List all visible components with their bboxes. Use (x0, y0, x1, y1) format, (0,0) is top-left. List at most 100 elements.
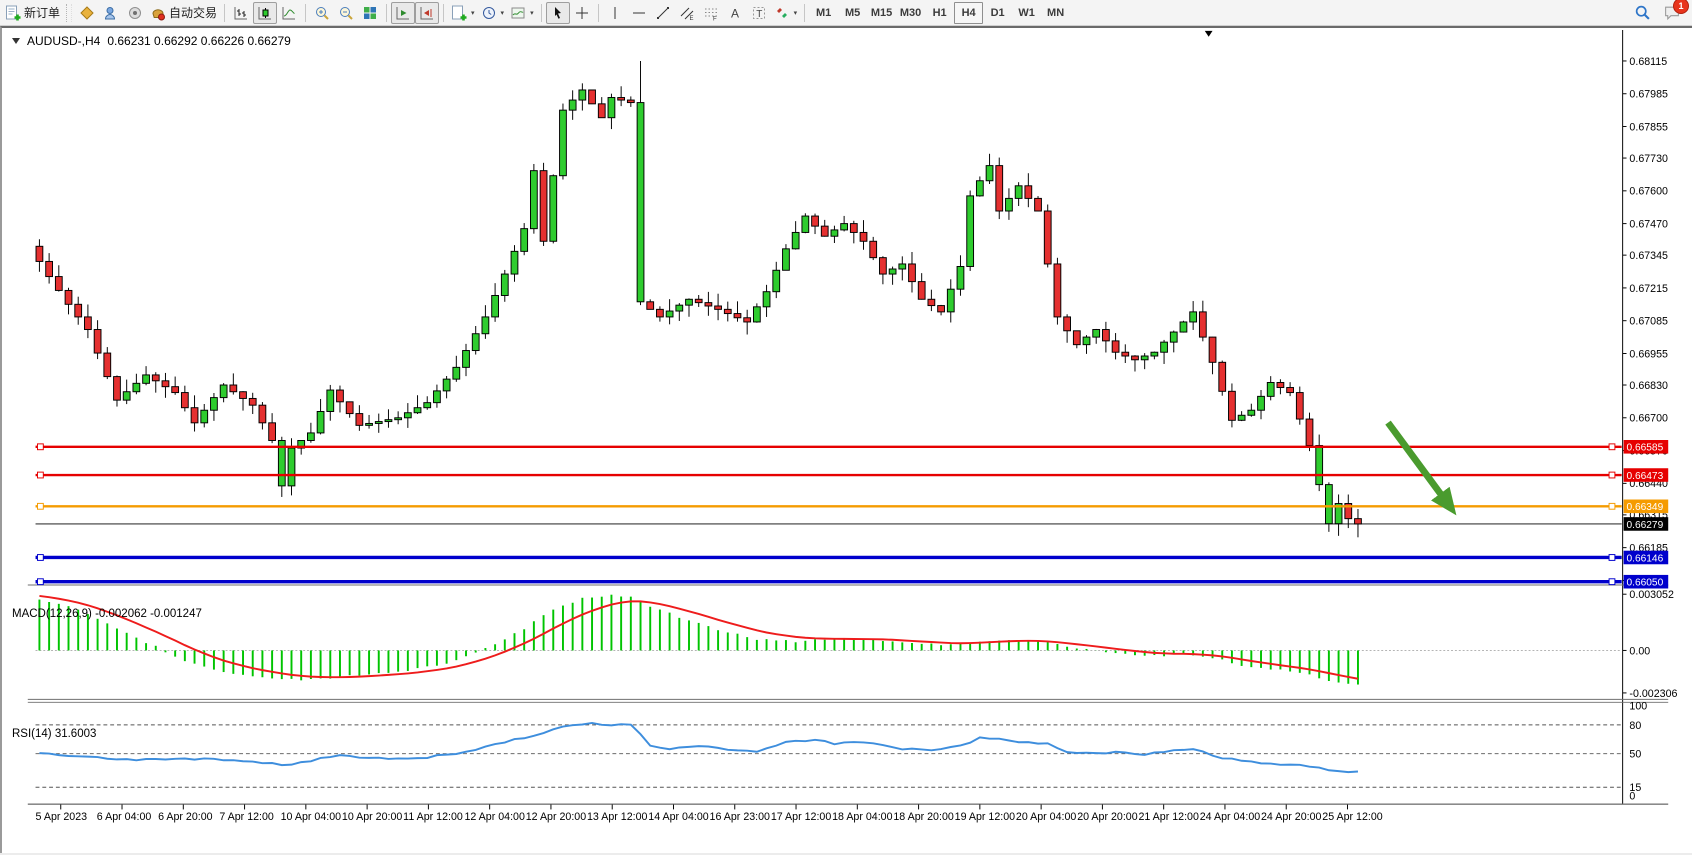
pane-separators[interactable] (28, 585, 1668, 804)
trendline-tool-button[interactable] (651, 2, 675, 24)
zoom-out-button[interactable] (334, 2, 358, 24)
candlestick-chart-button[interactable] (253, 2, 277, 24)
search-icon (1634, 4, 1651, 21)
hline-0.66279[interactable]: 0.66279 (36, 517, 1669, 531)
auto-scroll-icon (395, 5, 411, 21)
new-order-button[interactable]: 新订单 (2, 2, 63, 24)
crosshair-icon (574, 5, 590, 21)
svg-text:24 Apr 20:00: 24 Apr 20:00 (1261, 811, 1322, 823)
market-watch-button[interactable] (75, 2, 99, 24)
search-button[interactable] (1630, 2, 1654, 24)
text-icon: A (727, 5, 743, 21)
toolbar-separator (386, 4, 387, 22)
svg-text:0.67345: 0.67345 (1629, 250, 1668, 262)
timeframe-m30[interactable]: M30 (896, 2, 925, 24)
svg-text:5 Apr 2023: 5 Apr 2023 (36, 811, 88, 823)
vertical-line-tool-button[interactable] (603, 2, 627, 24)
horizontal-line-icon (631, 5, 647, 21)
hline-handle[interactable] (1609, 444, 1615, 450)
alerts-button[interactable] (123, 2, 147, 24)
channel-tool-button[interactable]: E (675, 2, 699, 24)
bar-chart-button[interactable] (229, 2, 253, 24)
svg-text:A: A (731, 6, 739, 20)
gold-cube-icon (79, 5, 95, 21)
svg-text:F: F (713, 16, 717, 21)
timeframe-m1[interactable]: M1 (809, 2, 838, 24)
svg-text:0.003052: 0.003052 (1629, 589, 1674, 601)
tile-windows-button[interactable] (358, 2, 382, 24)
timeframe-mn[interactable]: MN (1041, 2, 1070, 24)
hline-handle[interactable] (37, 555, 43, 561)
chart-window[interactable]: 0.681150.679850.678550.677300.676000.674… (0, 26, 1692, 853)
hline-handle[interactable] (1609, 503, 1615, 509)
svg-text:17 Apr 12:00: 17 Apr 12:00 (771, 811, 832, 823)
dropdown-caret-icon: ▾ (794, 9, 798, 17)
svg-text:0: 0 (1629, 791, 1635, 803)
zoom-out-icon (338, 5, 354, 21)
hline-handle[interactable] (37, 503, 43, 509)
profiles-button[interactable] (99, 2, 123, 24)
toolbar-separator (541, 4, 542, 22)
channel-icon: E (679, 5, 695, 21)
timeframe-w1[interactable]: W1 (1012, 2, 1041, 24)
chart-symbol-timeframe: AUDUSD-,H4 (27, 34, 100, 48)
svg-text:E: E (689, 16, 693, 21)
fibonacci-tool-button[interactable]: F (699, 2, 723, 24)
rsi-pane (39, 723, 1358, 772)
timeframe-h4[interactable]: H4 (954, 2, 983, 24)
text-tool-button[interactable]: A (723, 2, 747, 24)
arrows-icon (774, 5, 790, 21)
cursor-tool-button[interactable] (546, 2, 570, 24)
autotrading-label: 自动交易 (169, 4, 217, 21)
svg-text:0.67085: 0.67085 (1629, 316, 1668, 328)
hline-handle[interactable] (1609, 555, 1615, 561)
rsi-indicator-label: RSI(14) 31.6003 (12, 728, 96, 740)
timeframe-m5[interactable]: M5 (838, 2, 867, 24)
chart-shift-marker[interactable] (1205, 31, 1213, 37)
arrows-tool-button[interactable]: ▾ (771, 2, 801, 24)
line-chart-button[interactable] (277, 2, 301, 24)
timeframe-m15[interactable]: M15 (867, 2, 896, 24)
trendline-icon (655, 5, 671, 21)
autotrading-button[interactable]: 自动交易 (147, 2, 220, 24)
hline-handle[interactable] (1609, 579, 1615, 585)
hline-handle[interactable] (37, 579, 43, 585)
toolbar-separator (224, 4, 225, 22)
chart-ohlc-readout: 0.66231 0.66292 0.66226 0.66279 (107, 34, 291, 48)
zoom-in-button[interactable] (310, 2, 334, 24)
periods-button[interactable]: ▾ (478, 2, 508, 24)
collapse-quotes-icon[interactable] (12, 38, 20, 44)
timeframe-h1[interactable]: H1 (925, 2, 954, 24)
svg-text:0.67730: 0.67730 (1629, 153, 1668, 165)
hline-handle[interactable] (1609, 472, 1615, 478)
hline-0.66146[interactable]: 0.66146 (36, 551, 1669, 565)
svg-text:20 Apr 04:00: 20 Apr 04:00 (1016, 811, 1077, 823)
svg-text:0.66585: 0.66585 (1627, 443, 1664, 454)
candlesticks (36, 61, 1361, 537)
svg-text:0.66279: 0.66279 (1627, 520, 1664, 531)
notification-badge: 1 (1673, 0, 1689, 14)
chart-shift-button[interactable] (415, 2, 439, 24)
svg-text:13 Apr 12:00: 13 Apr 12:00 (587, 811, 648, 823)
notifications-button[interactable]: 1 (1660, 2, 1684, 24)
hline-0.66050[interactable]: 0.66050 (36, 575, 1669, 589)
svg-text:80: 80 (1629, 720, 1641, 732)
horizontal-line-tool-button[interactable] (627, 2, 651, 24)
svg-text:0.66349: 0.66349 (1627, 502, 1664, 513)
label-tool-button[interactable]: T (747, 2, 771, 24)
templates-button[interactable]: ▾ (507, 2, 537, 24)
svg-text:7 Apr 12:00: 7 Apr 12:00 (219, 811, 274, 823)
chart-canvas[interactable]: 0.681150.679850.678550.677300.676000.674… (2, 28, 1692, 855)
auto-scroll-button[interactable] (391, 2, 415, 24)
svg-text:20 Apr 20:00: 20 Apr 20:00 (1077, 811, 1138, 823)
hline-0.66349[interactable]: 0.66349 (36, 500, 1669, 514)
timeframe-d1[interactable]: D1 (983, 2, 1012, 24)
hline-handle[interactable] (37, 444, 43, 450)
crosshair-tool-button[interactable] (570, 2, 594, 24)
arrow-annotation[interactable] (1388, 423, 1442, 497)
new-chart-button[interactable]: ▾ (448, 2, 478, 24)
svg-text:11 Apr 12:00: 11 Apr 12:00 (403, 811, 463, 823)
clock-icon (481, 5, 497, 21)
svg-text:6 Apr 20:00: 6 Apr 20:00 (158, 811, 213, 823)
hline-handle[interactable] (37, 472, 43, 478)
